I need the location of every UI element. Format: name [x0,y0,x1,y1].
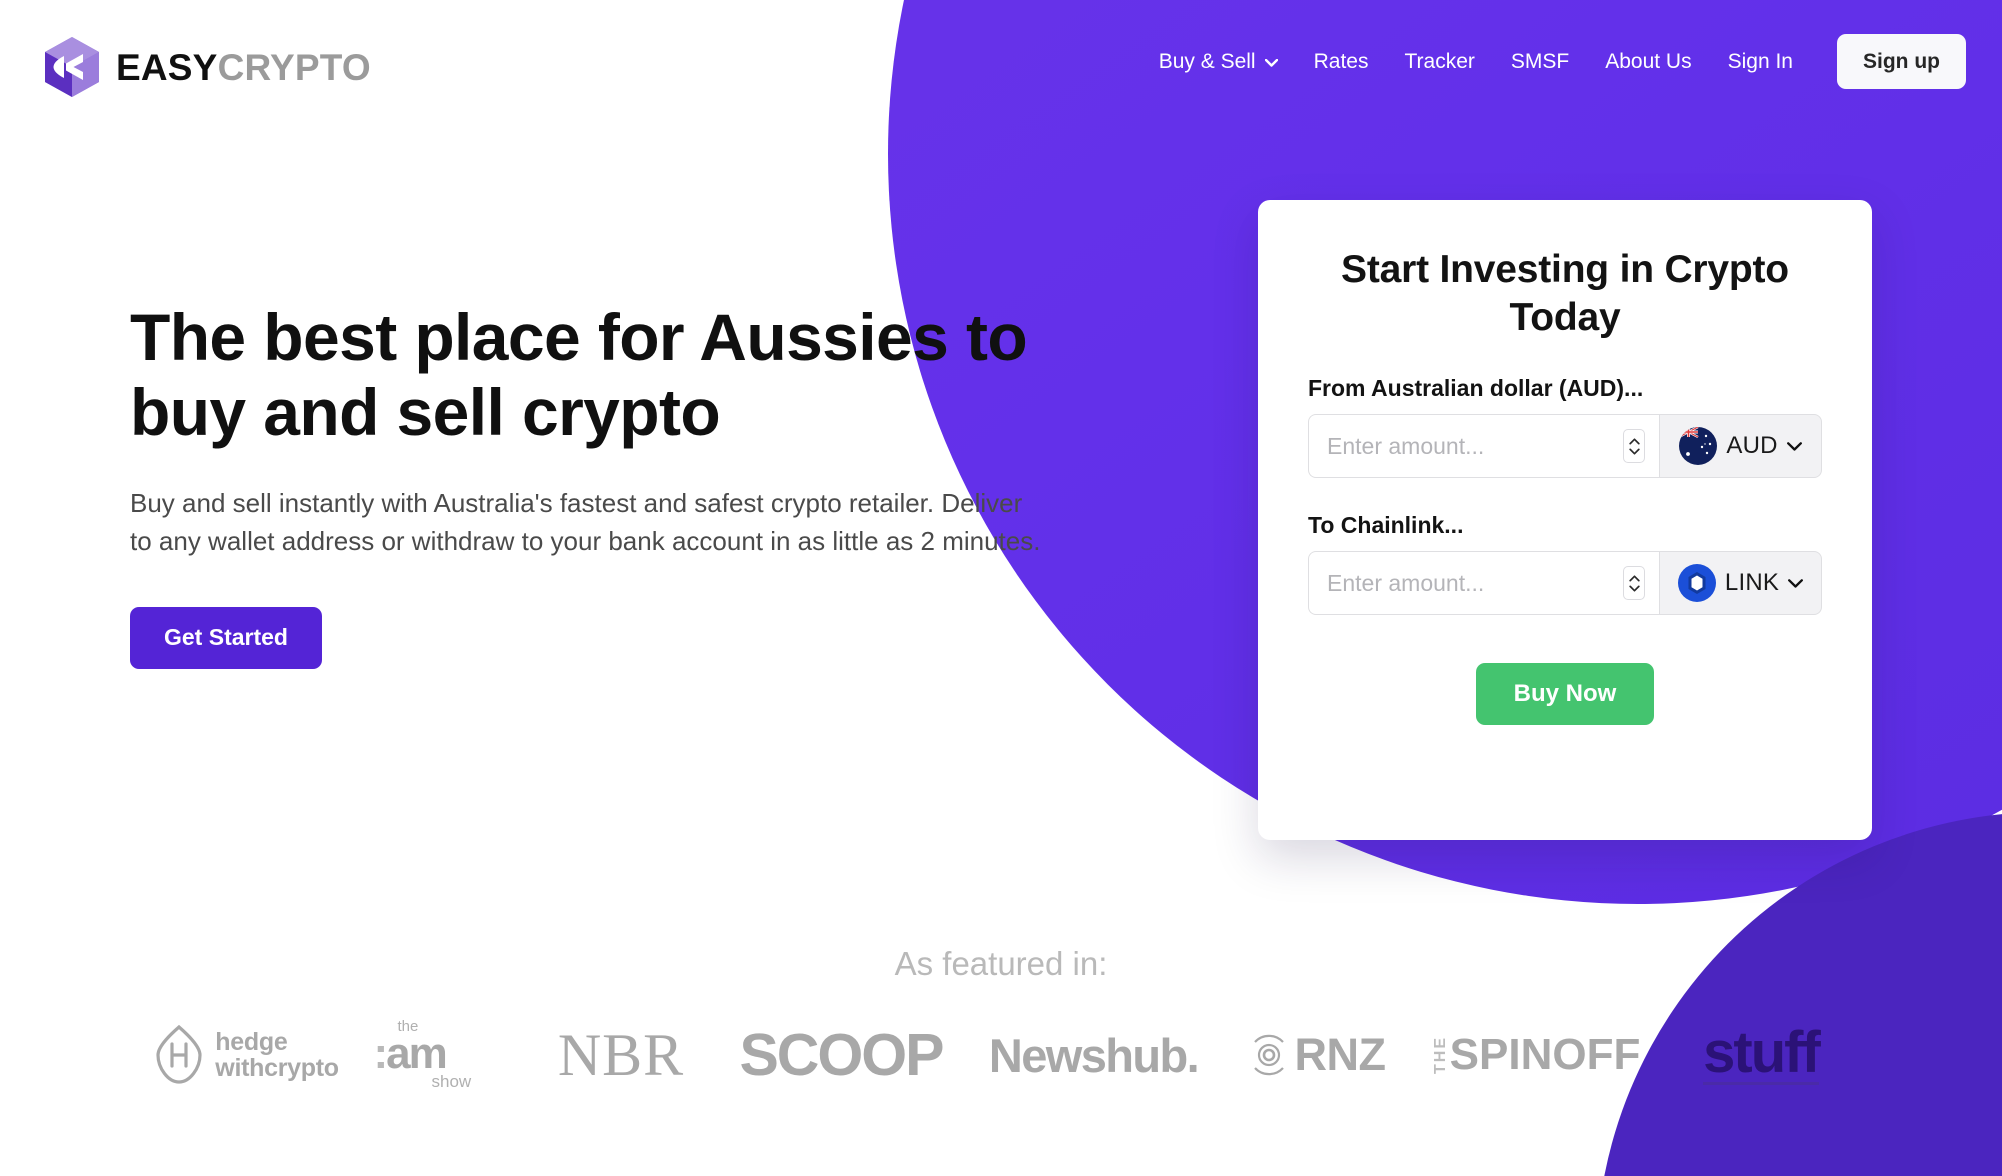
to-currency-code: LINK [1724,569,1780,597]
nbr-logo-text: NBR [557,1021,685,1088]
nav-item-sign-in[interactable]: Sign In [1710,41,1811,83]
chevron-down-icon [1788,578,1804,588]
from-field-row: AUD [1308,414,1822,479]
nav-item-smsf[interactable]: SMSF [1493,41,1587,83]
to-amount-box [1308,551,1659,616]
page-root: EASYCRYPTO Buy & Sell Rates Tracker SMSF… [0,0,2002,1176]
buy-now-button[interactable]: Buy Now [1475,663,1655,726]
from-field-label: From Australian dollar (AUD)... [1308,375,1644,402]
from-amount-box [1308,414,1659,479]
scoop-logo-text: SCOOP [739,1022,944,1088]
the-am-show-logo[interactable]: the :am show [351,1010,526,1100]
hero-heading: The best place for Aussies to buy and se… [130,300,1028,449]
am-logo-show: show [431,1072,472,1091]
rnz-logo-text: RNZ [1294,1029,1386,1080]
hero-section: The best place for Aussies to buy and se… [130,300,1120,669]
hero-subheading: Buy and sell instantly with Australia's … [130,488,1041,556]
nav-item-tracker[interactable]: Tracker [1386,41,1492,83]
nav-item-about-us[interactable]: About Us [1587,41,1709,83]
trade-widget-card: Start Investing in Crypto Today From Aus… [1258,200,1872,840]
nav-label-tracker: Tracker [1404,49,1475,73]
chainlink-icon [1677,564,1716,603]
nav-label-about-us: About Us [1605,49,1692,73]
sign-up-button[interactable]: Sign up [1837,34,1966,89]
to-amount-input[interactable] [1327,569,1623,597]
featured-in-title: As featured in: [894,945,1108,982]
hedge-withcrypto-logo[interactable]: hedge withcrypto [141,1010,351,1100]
nav-label-sign-in: Sign In [1727,49,1793,73]
scoop-logo[interactable]: SCOOP [716,1010,966,1100]
hedge-logo-line1: hedge [215,1027,288,1056]
to-currency-selector[interactable]: LINK [1659,551,1822,616]
featured-logos-row: hedge withcrypto the :am show NBR SCOOP … [0,1010,2002,1100]
trade-card-title: Start Investing in Crypto Today [1341,248,1789,339]
stuff-logo-text: stuff [1703,1019,1821,1086]
logo-text: EASYCRYPTO [116,49,371,86]
newshub-logo-text: Newshub. [988,1028,1200,1082]
rnz-logo[interactable]: RNZ [1221,1010,1411,1100]
get-started-button[interactable]: Get Started [130,606,322,669]
easycrypto-logo-icon [42,36,102,98]
logo-text-crypto: CRYPTO [217,46,371,88]
stepper-up-down-icon[interactable] [1623,429,1645,464]
nav-item-buy-and-sell[interactable]: Buy & Sell [1141,41,1296,83]
hedge-logo-line2: withcrypto [215,1054,339,1082]
nav-label-rates: Rates [1313,49,1369,73]
stuff-logo[interactable]: stuff [1661,1010,1861,1100]
nbr-logo[interactable]: NBR [526,1010,716,1100]
site-header: EASYCRYPTO Buy & Sell Rates Tracker SMSF… [0,0,2002,110]
australia-flag-icon [1679,427,1718,466]
logo-text-easy: EASY [116,46,218,88]
am-logo-main: :am [373,1029,448,1078]
chevron-down-icon [1264,58,1278,67]
main-navigation: Buy & Sell Rates Tracker SMSF About Us S… [1141,34,1966,89]
logo[interactable]: EASYCRYPTO [42,36,371,98]
to-field-label: To Chainlink... [1308,512,1464,539]
to-field-row: LINK [1308,551,1822,616]
from-currency-code: AUD [1726,432,1778,460]
nav-label-smsf: SMSF [1510,49,1570,73]
buy-now-container: Buy Now [1308,663,1822,726]
nav-item-rates[interactable]: Rates [1296,41,1387,83]
chevron-down-icon [1786,441,1802,451]
from-currency-selector[interactable]: AUD [1659,414,1822,479]
spinoff-logo-text: SPINOFF [1449,1030,1641,1079]
stepper-up-down-icon[interactable] [1623,566,1645,601]
the-spinoff-logo[interactable]: THE SPINOFF [1411,1010,1661,1100]
newshub-logo[interactable]: Newshub. [966,1010,1221,1100]
nav-label-buy-and-sell: Buy & Sell [1158,49,1256,73]
spinoff-logo-the: THE [1431,1036,1449,1074]
from-amount-input[interactable] [1327,432,1623,460]
